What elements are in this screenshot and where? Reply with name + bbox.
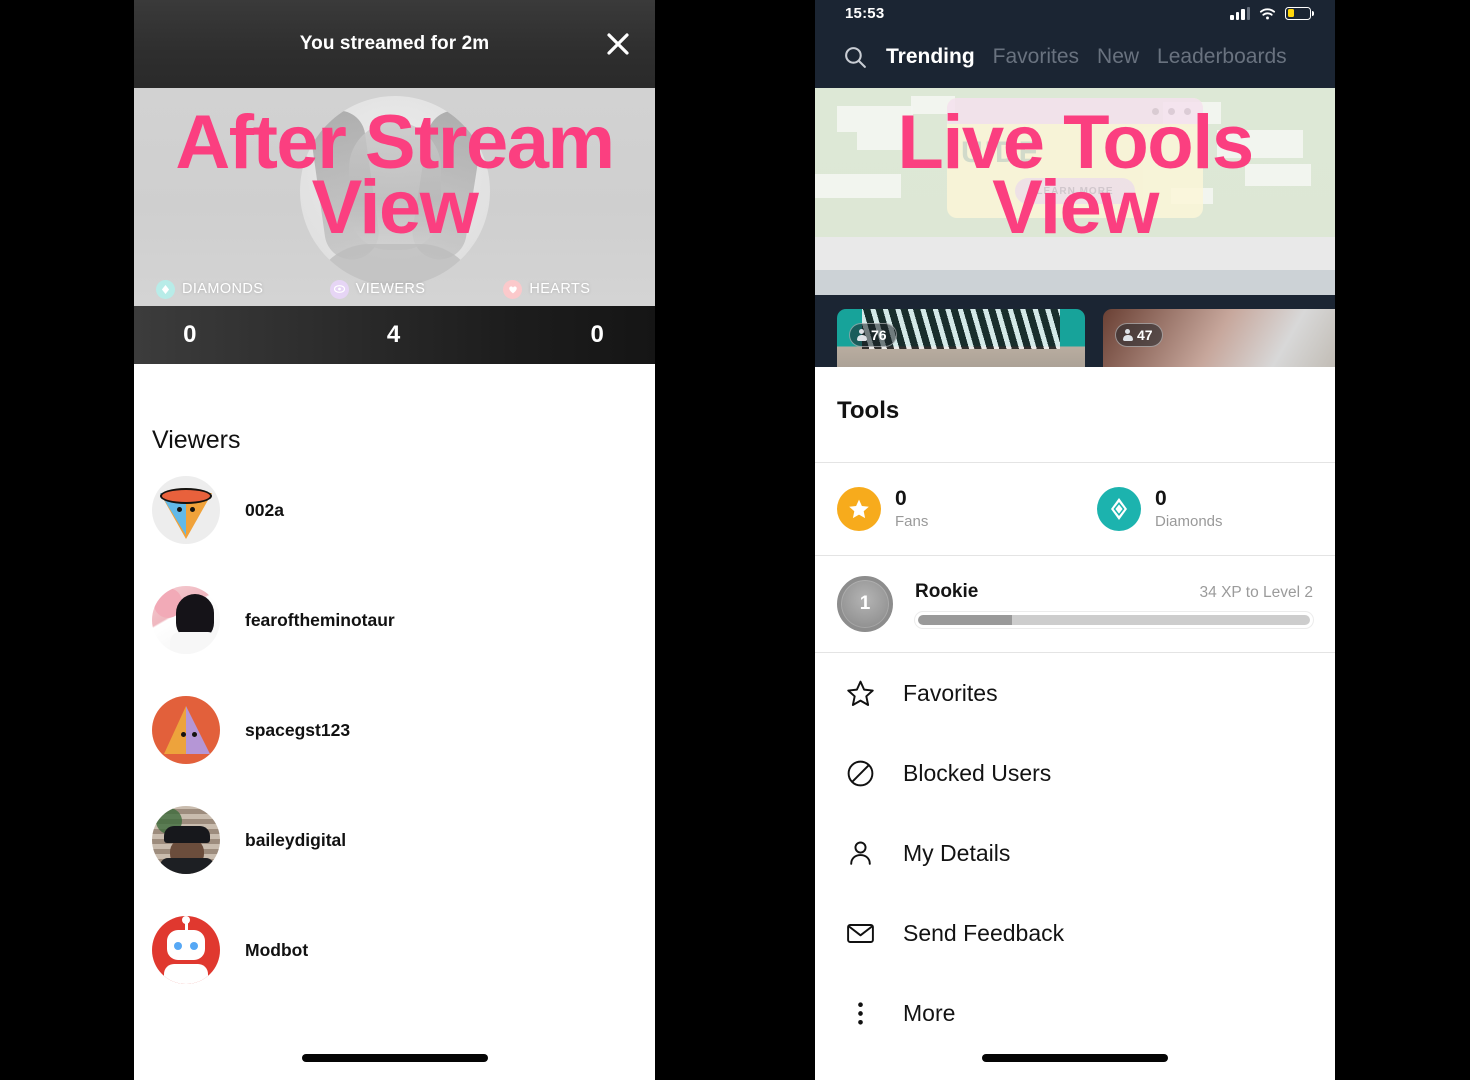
viewer-name: fearoftheminotaur	[245, 609, 395, 630]
stream-summary-hero: DIAMONDS VIEWERS HEARTS	[134, 88, 655, 306]
stat-values-row: 0 4 0	[134, 306, 655, 364]
tab-trending[interactable]: Trending	[886, 45, 975, 69]
fans-label: Fans	[895, 512, 929, 530]
menu-label: Favorites	[903, 679, 998, 706]
streamer-avatar	[299, 96, 490, 286]
heart-icon	[503, 279, 523, 299]
viewer-name: baileydigital	[245, 829, 347, 850]
diamond-icon	[1097, 487, 1141, 531]
stream-thumbnail[interactable]: 76	[837, 309, 1085, 367]
viewer-name: spacegst123	[245, 719, 351, 740]
viewer-list-item[interactable]: Modbot	[134, 895, 655, 1005]
stream-duration-title: You streamed for 2m	[299, 33, 490, 54]
stat-fans[interactable]: 0 Fans	[815, 487, 1075, 531]
banner-cta[interactable]: LEARN MORE	[1015, 178, 1135, 204]
tab-new[interactable]: New	[1097, 45, 1139, 69]
eye-icon	[329, 279, 349, 299]
envelope-icon	[843, 916, 877, 950]
viewer-count: 76	[871, 327, 887, 343]
screenshot-stage: You streamed for 2m DIAMONDS VIEWERS HEA…	[0, 0, 1470, 1080]
stat-value-hearts: 0	[590, 321, 604, 348]
stat-labels-row: DIAMONDS VIEWERS HEARTS	[134, 272, 655, 306]
viewers-panel: Viewers 002a fearoftheminotaur spacegst1…	[134, 364, 655, 1080]
search-icon[interactable]	[843, 45, 868, 70]
home-indicator	[301, 1054, 488, 1062]
viewer-name: Modbot	[245, 939, 309, 960]
tools-stats-row: 0 Fans 0 Diamonds	[815, 463, 1335, 555]
level-progress-row[interactable]: 1 Rookie 34 XP to Level 2	[815, 556, 1335, 652]
battery-icon	[1285, 6, 1314, 20]
viewer-count-badge: 47	[1115, 323, 1163, 347]
star-icon	[837, 487, 881, 531]
viewer-count: 47	[1137, 327, 1153, 343]
banner-card: UIDE LEARN MORE	[947, 98, 1203, 218]
tools-title: Tools	[837, 397, 900, 424]
top-nav: Trending Favorites New Leaderboards	[815, 26, 1335, 88]
after-stream-header: You streamed for 2m	[134, 0, 655, 88]
viewer-list-item[interactable]: fearoftheminotaur	[134, 565, 655, 675]
star-outline-icon	[843, 676, 877, 710]
level-xp-text: 34 XP to Level 2	[1199, 583, 1313, 601]
more-vertical-icon	[843, 996, 877, 1030]
photo-avatar-cap	[152, 806, 220, 874]
stat-value-diamonds: 0	[183, 321, 197, 348]
stream-thumbnails: 76 47	[815, 295, 1335, 367]
level-name: Rookie	[915, 580, 979, 602]
promo-banner[interactable]: UIDE LEARN MORE	[815, 88, 1335, 295]
person-icon	[856, 329, 867, 341]
cellular-icon	[1230, 6, 1250, 20]
cone-avatar	[152, 476, 220, 544]
diamond-icon	[156, 279, 175, 299]
diamonds-count: 0	[1155, 487, 1167, 511]
diamonds-label: Diamonds	[1155, 512, 1223, 530]
viewer-count-badge: 76	[849, 323, 897, 347]
wifi-icon	[1259, 7, 1276, 19]
person-icon	[843, 836, 877, 870]
stat-label-hearts: HEARTS	[481, 279, 655, 299]
menu-item-send-feedback[interactable]: Send Feedback	[815, 893, 1335, 973]
status-icons	[1230, 6, 1314, 20]
tab-leaderboards[interactable]: Leaderboards	[1157, 45, 1287, 69]
level-progress-fill	[918, 614, 1013, 625]
tools-sheet: Tools 0 Fans 0 Diamonds 1 Rookie 34 XP t…	[815, 367, 1335, 1080]
home-indicator	[982, 1054, 1168, 1062]
menu-item-favorites[interactable]: Favorites	[815, 653, 1335, 733]
level-badge: 1	[837, 576, 893, 632]
photo-avatar-pink	[152, 586, 220, 654]
menu-label: Blocked Users	[903, 759, 1052, 786]
close-icon[interactable]	[597, 23, 639, 65]
live-tools-phone: 15:53 Trending Favorites New Leaderboard…	[815, 0, 1335, 1080]
menu-label: My Details	[903, 839, 1011, 866]
viewer-list-item[interactable]: spacegst123	[134, 675, 655, 785]
level-progress-bar	[915, 611, 1313, 628]
stat-value-viewers: 4	[386, 321, 401, 348]
person-icon	[1122, 329, 1133, 341]
fans-count: 0	[895, 487, 907, 511]
menu-label: Send Feedback	[903, 919, 1065, 946]
status-bar: 15:53	[815, 0, 1335, 26]
stream-thumbnail[interactable]: 47	[1103, 309, 1335, 367]
stat-label-diamonds: DIAMONDS	[134, 279, 308, 299]
menu-item-blocked-users[interactable]: Blocked Users	[815, 733, 1335, 813]
viewer-list-item[interactable]: baileydigital	[134, 785, 655, 895]
stat-diamonds[interactable]: 0 Diamonds	[1075, 487, 1335, 531]
robot-avatar	[152, 916, 220, 984]
banner-headline: UIDE	[961, 136, 1041, 169]
block-icon	[843, 756, 877, 790]
tab-favorites[interactable]: Favorites	[993, 45, 1079, 69]
status-time: 15:53	[845, 4, 885, 22]
menu-item-more[interactable]: More	[815, 973, 1335, 1053]
pyramid-avatar	[152, 696, 220, 764]
menu-item-my-details[interactable]: My Details	[815, 813, 1335, 893]
viewer-name: 002a	[245, 499, 284, 520]
after-stream-phone: You streamed for 2m DIAMONDS VIEWERS HEA…	[134, 0, 655, 1080]
stat-label-viewers: VIEWERS	[308, 279, 482, 299]
viewers-heading: Viewers	[152, 426, 241, 454]
viewer-list-item[interactable]: 002a	[134, 455, 655, 565]
menu-label: More	[903, 999, 956, 1026]
